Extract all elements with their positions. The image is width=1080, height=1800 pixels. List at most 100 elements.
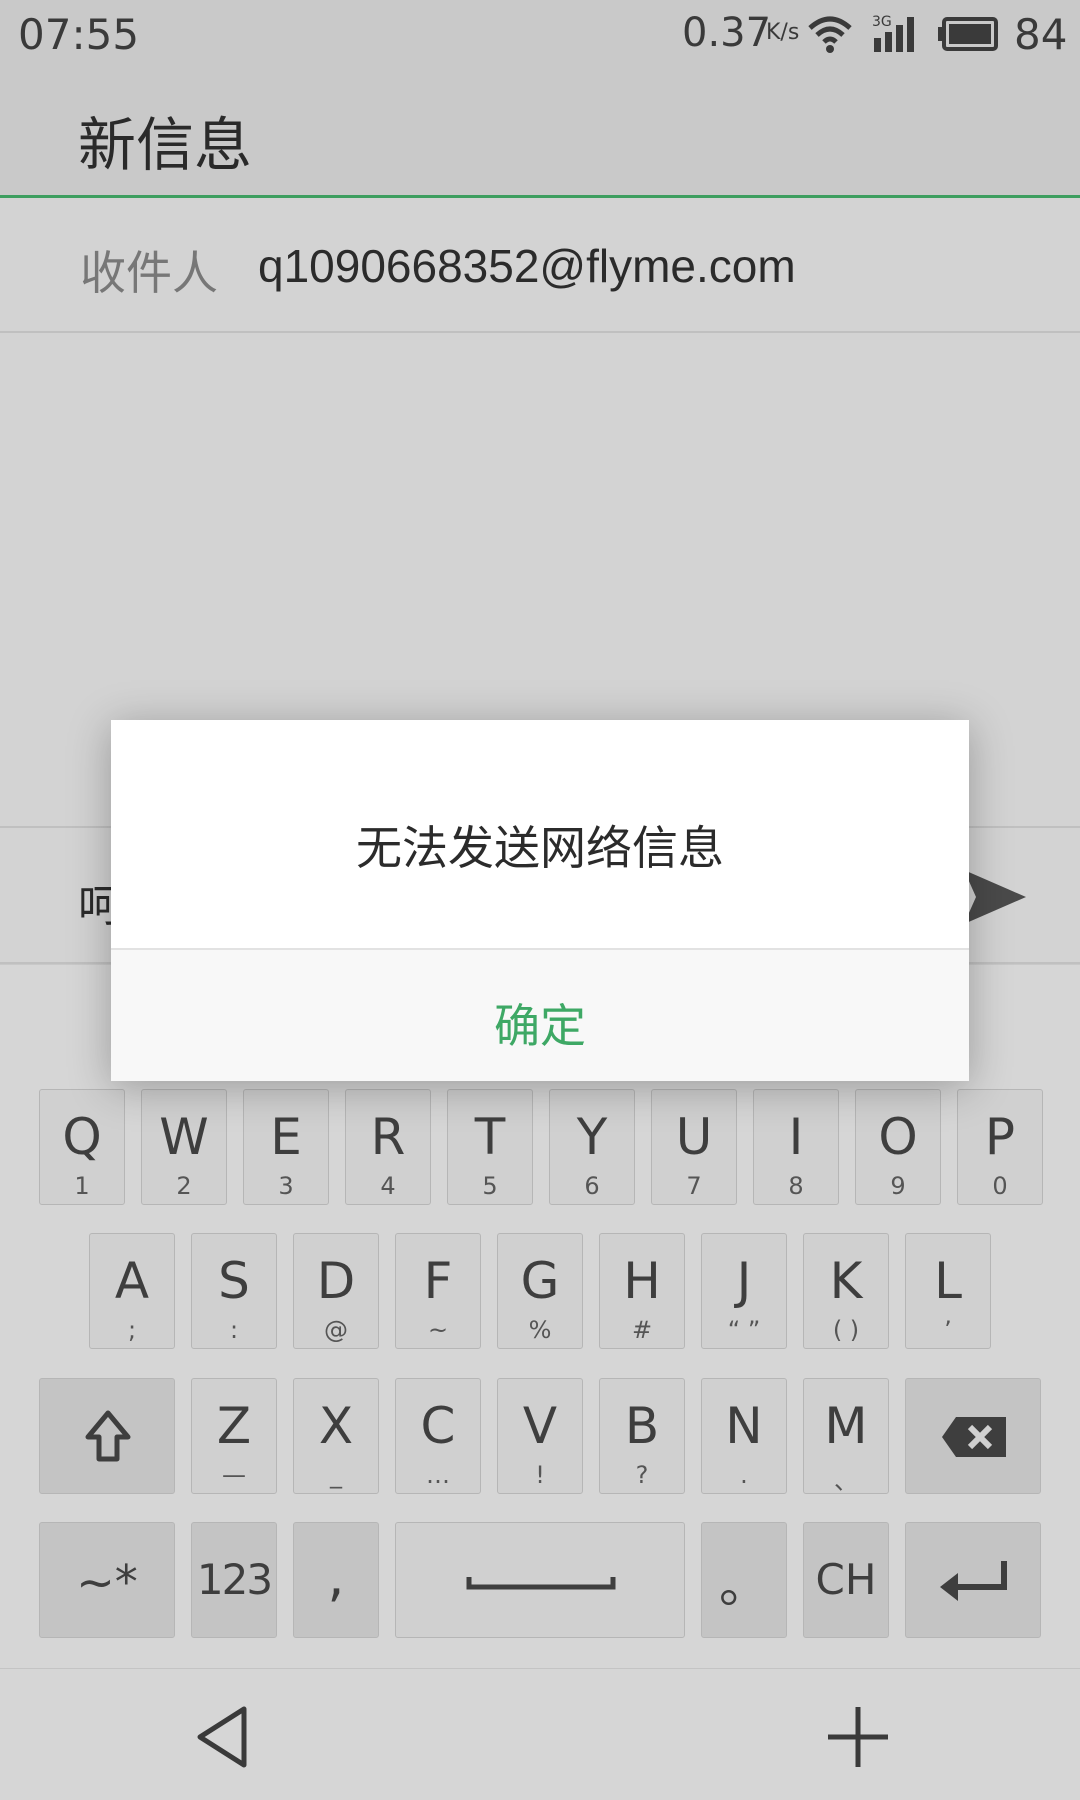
key-sub-label: … <box>426 1461 450 1489</box>
back-icon[interactable] <box>196 1705 248 1769</box>
key-sub-label: 8 <box>788 1172 804 1200</box>
key-sub-label: 4 <box>380 1172 396 1200</box>
key-main-label: T <box>474 1108 506 1166</box>
key-sub-label: _ <box>330 1461 342 1489</box>
key-z[interactable]: Z — <box>191 1378 277 1494</box>
key-main-label: H <box>623 1252 661 1310</box>
navigation-bar <box>0 1668 1080 1800</box>
key-n[interactable]: N. <box>701 1378 787 1494</box>
key-main-label: Q <box>62 1108 102 1166</box>
key-t[interactable]: T5 <box>447 1089 533 1205</box>
key-main-label: N <box>725 1397 763 1455</box>
backspace-key[interactable] <box>905 1378 1041 1494</box>
symbols-key-label: ~* <box>76 1555 138 1609</box>
key-i[interactable]: I8 <box>753 1089 839 1205</box>
app-header: 新信息 <box>0 68 1080 198</box>
key-b[interactable]: B? <box>599 1378 685 1494</box>
key-u[interactable]: U7 <box>651 1089 737 1205</box>
key-sub-label: 3 <box>278 1172 294 1200</box>
battery-level: 84 <box>1014 10 1068 59</box>
period-key-label: 。 <box>719 1556 769 1614</box>
key-a[interactable]: A; <box>89 1233 175 1349</box>
confirm-button[interactable]: 确定 <box>111 990 969 1056</box>
key-main-label: X <box>318 1397 354 1455</box>
key-sub-label: . <box>740 1461 748 1489</box>
key-f[interactable]: F ~ <box>395 1233 481 1349</box>
key-main-label: M <box>824 1397 868 1455</box>
key-e[interactable]: E3 <box>243 1089 329 1205</box>
key-sub-label: @ <box>324 1316 348 1344</box>
send-icon[interactable] <box>960 862 1030 932</box>
dialog-button-area[interactable]: 确定 <box>111 948 969 1081</box>
key-sub-label: ; <box>127 1316 137 1344</box>
key-main-label: F <box>423 1252 453 1310</box>
key-main-label: K <box>829 1252 863 1310</box>
key-s[interactable]: S: <box>191 1233 277 1349</box>
comma-key[interactable]: , <box>293 1522 379 1638</box>
network-speed-unit: K/s <box>766 20 800 45</box>
key-sub-label: ~ <box>427 1316 449 1344</box>
key-main-label: G <box>520 1252 560 1310</box>
recipient-label: 收件人 <box>80 246 218 300</box>
error-dialog: 无法发送网络信息 确定 <box>111 720 969 1081</box>
key-main-label: J <box>736 1252 752 1310</box>
key-main-label: O <box>878 1108 918 1166</box>
key-o[interactable]: O9 <box>855 1089 941 1205</box>
key-main-label: W <box>159 1108 209 1166</box>
key-main-label: V <box>522 1397 558 1455</box>
space-key[interactable] <box>395 1522 685 1638</box>
key-sub-label: “ ” <box>727 1316 761 1344</box>
key-y[interactable]: Y6 <box>549 1089 635 1205</box>
enter-icon <box>940 1561 1007 1601</box>
status-bar: 07:55 0.37 K/s 3G 84 <box>0 0 1080 68</box>
key-k[interactable]: K ( ) <box>803 1233 889 1349</box>
key-sub-label: — <box>222 1461 246 1489</box>
key-p[interactable]: P0 <box>957 1089 1043 1205</box>
status-time: 07:55 <box>18 10 140 59</box>
key-sub-label: 9 <box>890 1172 906 1200</box>
key-h[interactable]: H # <box>599 1233 685 1349</box>
battery-icon <box>938 17 998 51</box>
wifi-icon <box>808 16 852 53</box>
symbols-key[interactable]: ~* <box>39 1522 175 1638</box>
numbers-key-label: 123 <box>196 1555 273 1604</box>
recipient-field[interactable]: q1090668352@flyme.com <box>258 239 796 293</box>
key-g[interactable]: G% <box>497 1233 583 1349</box>
key-main-label: L <box>934 1252 962 1310</box>
comma-key-label: , <box>327 1545 345 1608</box>
key-main-label: D <box>316 1252 356 1310</box>
key-v[interactable]: V! <box>497 1378 583 1494</box>
shift-key[interactable] <box>39 1378 175 1494</box>
key-main-label: Y <box>576 1108 608 1166</box>
dialog-message: 无法发送网络信息 <box>356 821 724 875</box>
enter-key[interactable] <box>905 1522 1041 1638</box>
key-w[interactable]: W2 <box>141 1089 227 1205</box>
network-speed: 0.37 <box>682 10 772 56</box>
key-r[interactable]: R4 <box>345 1089 431 1205</box>
key-sub-label: 5 <box>482 1172 498 1200</box>
key-sub-label: 2 <box>176 1172 192 1200</box>
key-sub-label: % <box>528 1316 552 1344</box>
key-q[interactable]: Q1 <box>39 1089 125 1205</box>
language-key[interactable]: CH <box>803 1522 889 1638</box>
plus-icon[interactable] <box>826 1705 890 1769</box>
network-type-label: 3G <box>872 14 892 30</box>
key-l[interactable]: L’ <box>905 1233 991 1349</box>
numbers-key[interactable]: 123 <box>191 1522 277 1638</box>
key-sub-label: 6 <box>584 1172 600 1200</box>
key-main-label: B <box>624 1397 660 1455</box>
backspace-icon <box>942 1417 1006 1457</box>
key-main-label: I <box>788 1108 804 1166</box>
key-sub-label: ? <box>635 1461 649 1489</box>
key-j[interactable]: J “ ” <box>701 1233 787 1349</box>
key-m[interactable]: M、 <box>803 1378 889 1495</box>
key-sub-label: : <box>229 1316 239 1344</box>
key-c[interactable]: C… <box>395 1378 481 1494</box>
key-d[interactable]: D @ <box>293 1233 379 1349</box>
space-bar-icon <box>466 1577 616 1590</box>
recipient-row[interactable]: 收件人 q1090668352@flyme.com <box>0 201 1080 333</box>
key-x[interactable]: X _ <box>293 1378 379 1494</box>
period-key[interactable]: 。 <box>701 1522 787 1638</box>
key-main-label: P <box>984 1108 1016 1166</box>
key-main-label: E <box>270 1108 302 1166</box>
